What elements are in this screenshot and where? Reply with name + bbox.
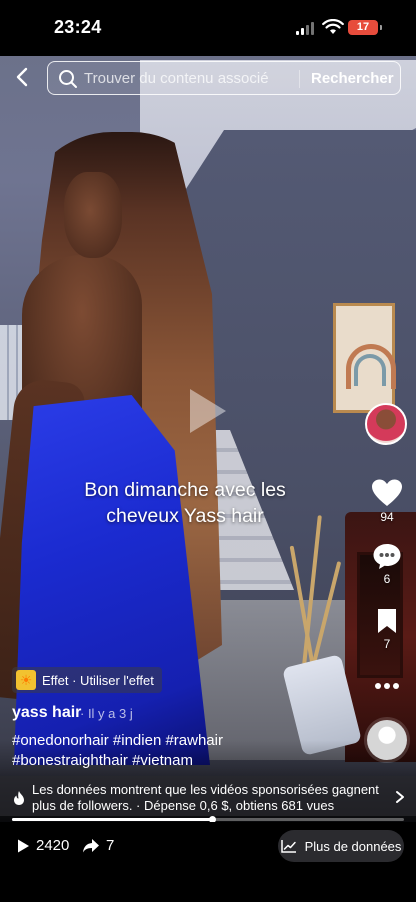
heart-icon [372,479,402,506]
search-input[interactable]: Trouver du contenu associé [84,70,269,87]
share-count-value: 7 [106,837,115,854]
wifi-icon [322,19,344,34]
back-arrow-icon[interactable] [12,66,34,88]
hashtag-line[interactable]: #bonestraighthair #vietnam [12,751,272,771]
comment-count: 6 [383,572,391,586]
creator-avatar[interactable] [365,403,407,445]
video-caption: Bon dimanche avec les cheveux Yass hair [40,477,330,529]
caption-line: Bon dimanche avec les [84,479,286,501]
sun-effect-icon: ☀ [16,670,36,690]
cellular-signal-icon [296,22,316,35]
search-button[interactable]: Rechercher [311,70,394,87]
effect-button[interactable]: ☀ Effet · Utiliser l'effet [12,667,162,693]
search-icon [59,70,77,88]
promote-banner[interactable]: Les données montrent que les vidéos spon… [0,776,416,816]
bookmark-button[interactable]: 7 [367,607,407,651]
caption-line: cheveux Yass hair [106,505,264,527]
playback-progress-fill [12,818,212,821]
author-name[interactable]: yass hair [12,704,81,722]
effect-label: Effet · Utiliser l'effet [42,672,154,688]
hashtags[interactable]: #onedonorhair #indien #rawhair #bonestra… [12,731,272,771]
share-count: 7 [82,837,114,854]
video-wall-art [333,303,396,413]
search-divider [299,70,300,88]
view-count: 2420 [16,837,69,854]
more-options-icon[interactable] [374,682,400,690]
like-count: 94 [380,510,394,524]
sound-disc-avatar[interactable] [367,720,407,760]
promote-text: Les données montrent que les vidéos spon… [32,782,379,813]
view-count-value: 2420 [36,837,70,854]
more-data-button[interactable]: Plus de données [278,830,404,862]
analytics-chart-icon [280,840,296,853]
bottom-stats-bar: 2420 7 Plus de données [0,822,416,902]
status-time: 23:24 [54,17,102,37]
comment-button[interactable]: 6 [367,542,407,586]
hashtag-line[interactable]: #onedonorhair #indien #rawhair [12,731,272,751]
play-count-icon [18,839,29,852]
share-arrow-icon [83,838,99,852]
flame-icon [14,791,24,805]
more-data-label: Plus de données [304,838,402,854]
post-time: · Il y a 3 j [80,706,133,721]
like-button[interactable]: 94 [367,478,407,524]
bookmark-count: 7 [383,637,391,651]
comment-bubble-icon [373,544,401,569]
video-person-face [64,172,122,258]
playback-progress-bar[interactable] [12,816,404,823]
bookmark-icon [378,609,396,633]
battery-icon: 17 [348,20,382,35]
search-bar[interactable]: Trouver du contenu associé Rechercher [47,61,401,95]
play-icon[interactable] [186,385,230,437]
chevron-right-icon[interactable] [395,790,405,804]
status-bar: 23:24 17 [0,0,416,56]
